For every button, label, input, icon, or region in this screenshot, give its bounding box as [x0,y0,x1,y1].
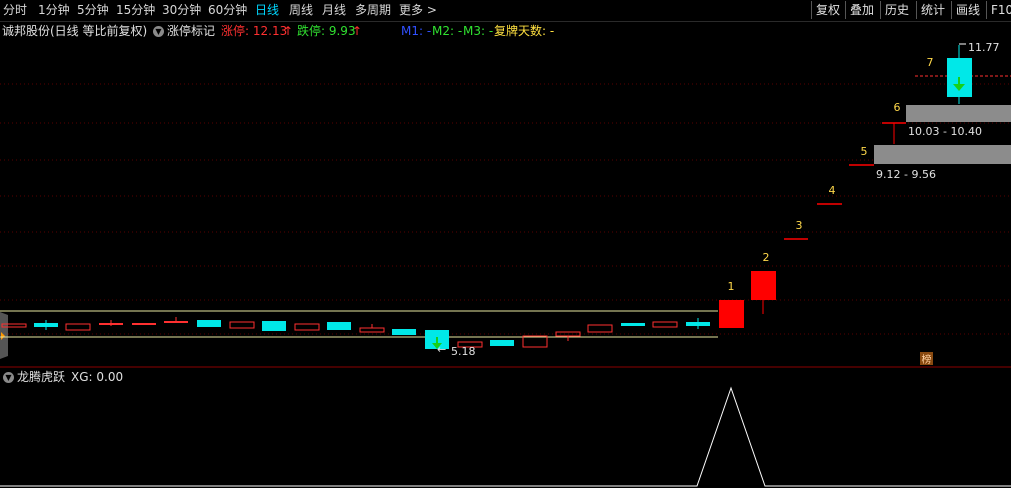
arrow-left-icon: ← [437,343,446,356]
candle-up [359,327,385,333]
candle-down [392,329,416,335]
low-price-label: 5.18 [451,345,476,358]
candle-limit-up [751,271,776,300]
period-tab-weekly[interactable]: 周线 [289,3,313,18]
overlay-button[interactable]: 叠加 [845,1,878,19]
candle-limit-up [719,300,744,328]
arrow-up-icon: ↑ [352,24,363,38]
lower-indicator-name[interactable]: 龙腾虎跃 [17,369,65,385]
candle-down [490,340,514,346]
period-tab-15min[interactable]: 15分钟 [116,3,155,18]
candle-up [229,321,255,329]
period-tab-monthly[interactable]: 月线 [322,3,346,18]
period-tab-multi[interactable]: 多周期 [355,3,391,18]
high-price-label: 11.77 [968,41,1000,54]
limit-down-label: 跌停: 9.93 [297,24,356,38]
candle-down [327,322,351,330]
period-tab-daily[interactable]: 日线 [255,3,279,18]
candle-up [132,323,156,325]
xg-value: XG: 0.00 [71,370,124,384]
candle-up [522,335,548,348]
board-count-label: 3 [796,219,803,232]
period-tab-5min[interactable]: 5分钟 [77,3,109,18]
draw-button[interactable]: 画线 [951,1,984,19]
candle-up [652,321,678,328]
period-toolbar: 分时 1分钟 5分钟 15分钟 30分钟 60分钟 日线 周线 月线 多周期 更… [0,0,1011,22]
indicator-name[interactable]: 涨停标记 [167,22,215,40]
period-tab-1min[interactable]: 1分钟 [38,3,70,18]
suspend-days-value: 复牌天数: - [494,24,555,38]
candle-up [587,324,613,333]
gap-range-lower: 9.12 - 9.56 [876,168,936,181]
gap-zone-upper [906,105,1011,122]
candle-up [294,323,320,331]
chevron-down-icon[interactable]: ▼ [3,372,14,383]
candlestick-chart[interactable]: 1 2 3 4 5 6 7 11.77 ← 5.18 10.03 - 10.40… [0,40,1011,488]
m2-value: M2: - [432,24,463,38]
price-grid [0,83,1011,335]
xg-indicator-line [0,386,1011,487]
board-count-label: 1 [728,280,735,293]
limit-up-label: 涨停: 12.13 [221,24,288,38]
stats-button[interactable]: 统计 [916,1,949,19]
chart-info-bar: 诚邦股份(日线 等比前复权) ▼ 涨停标记 涨停: 12.13 ↑ 跌停: 9.… [0,22,1011,40]
period-tab-intraday[interactable]: 分时 [3,3,27,18]
gap-zone-lower [874,145,1011,164]
stock-title: 诚邦股份(日线 等比前复权) [2,24,148,38]
candle-down [262,321,286,331]
leaderboard-badge-label: 榜 [922,353,932,366]
history-button[interactable]: 历史 [880,1,913,19]
board-count-label: 4 [829,184,836,197]
candles [1,43,1011,349]
period-tab-30min[interactable]: 30分钟 [162,3,201,18]
board-count-label: 6 [894,101,901,114]
f10-button[interactable]: F10 [986,1,1011,19]
board-count-label: 2 [763,251,770,264]
gap-range-upper: 10.03 - 10.40 [908,125,982,138]
m1-value: M1: - [401,24,432,38]
period-tab-more[interactable]: 更多 > [399,3,437,18]
board-count-label: 5 [861,145,868,158]
board-count-label: 7 [927,56,934,69]
chevron-down-icon[interactable]: ▼ [153,26,164,37]
candle-down [197,320,221,327]
m3-value: M3: - [463,24,494,38]
candle-up [65,323,91,331]
adjust-button[interactable]: 复权 [811,1,844,19]
arrow-up-icon: ↑ [283,24,294,38]
candle-down [621,323,645,326]
period-tab-60min[interactable]: 60分钟 [208,3,247,18]
